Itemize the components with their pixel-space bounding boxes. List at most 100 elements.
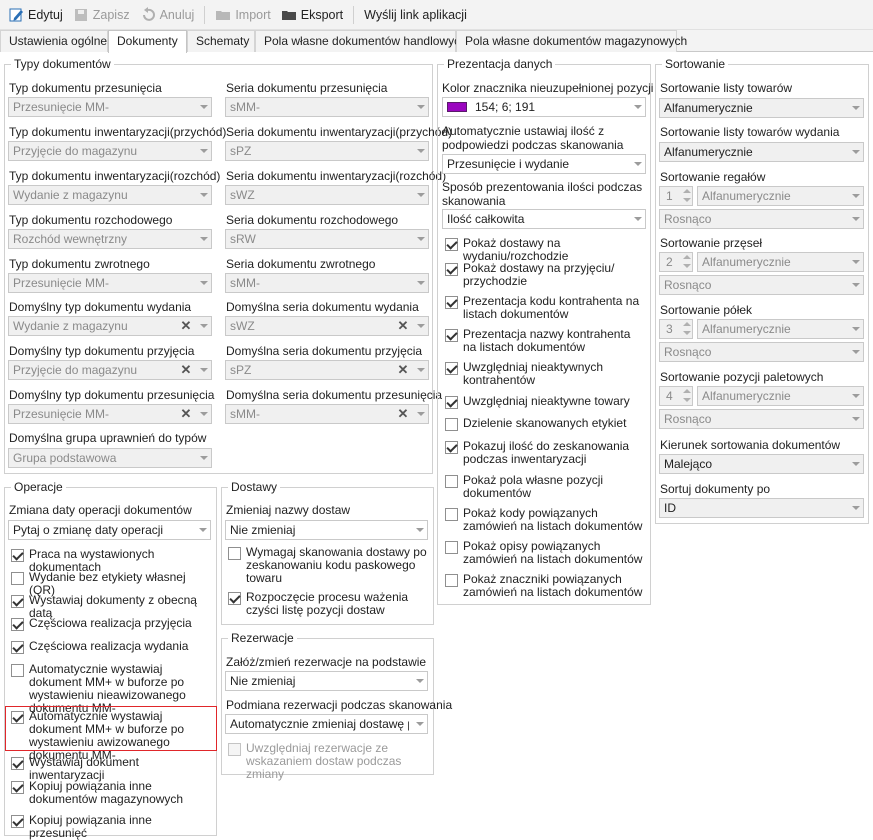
checkbox-box[interactable] bbox=[11, 549, 24, 562]
level-number-stepper[interactable]: 2 bbox=[659, 252, 693, 272]
doc-type-select[interactable]: Przesunięcie MM- bbox=[8, 97, 212, 117]
doc-type-select[interactable]: Wydanie z magazynu ✕ bbox=[8, 316, 212, 336]
export-button[interactable]: Eksport bbox=[281, 7, 343, 23]
chevron-down-icon[interactable] bbox=[629, 98, 645, 116]
tab-schemas[interactable]: Schematy bbox=[187, 30, 255, 52]
checkbox-box[interactable] bbox=[445, 362, 458, 375]
operation-checkbox[interactable]: Częściowa realizacja przyjęcia bbox=[11, 617, 211, 631]
doc-series-select[interactable]: sRW bbox=[225, 229, 429, 249]
chevron-down-icon[interactable] bbox=[195, 361, 211, 379]
cancel-button[interactable]: Anuluj bbox=[140, 6, 194, 23]
clear-x-icon[interactable]: ✕ bbox=[396, 407, 410, 421]
checkbox-box[interactable] bbox=[11, 572, 24, 585]
checkbox-box[interactable] bbox=[11, 781, 24, 794]
stepper-down-icon[interactable] bbox=[683, 198, 691, 202]
checkbox-box[interactable] bbox=[445, 296, 458, 309]
doc-series-select[interactable]: sWZ bbox=[225, 185, 429, 205]
presentation-checkbox[interactable]: Uwzględniaj nieaktywnych kontrahentów bbox=[445, 361, 647, 387]
chevron-down-icon[interactable] bbox=[195, 230, 211, 248]
sort-mode-select[interactable]: Alfanumerycznie bbox=[697, 186, 864, 206]
chevron-down-icon[interactable] bbox=[412, 361, 428, 379]
chevron-down-icon[interactable] bbox=[847, 455, 863, 473]
sort-direction-select[interactable]: Rosnąco bbox=[659, 342, 864, 362]
level-number-stepper[interactable]: 1 bbox=[659, 186, 693, 206]
checkbox-box[interactable] bbox=[445, 238, 458, 251]
delivery-name-select[interactable]: Nie zmieniaj bbox=[225, 520, 428, 540]
checkbox-box[interactable] bbox=[445, 508, 458, 521]
doc-type-select[interactable]: Przesunięcie MM- ✕ bbox=[8, 404, 212, 424]
edit-button[interactable]: Edytuj bbox=[8, 7, 63, 23]
reservation-scan-select[interactable]: Automatycznie zmieniaj dostawę po... bbox=[225, 714, 428, 734]
stepper-up-icon[interactable] bbox=[683, 322, 691, 326]
chevron-down-icon[interactable] bbox=[195, 449, 211, 467]
checkbox-box[interactable] bbox=[11, 595, 24, 608]
presentation-checkbox[interactable]: Pokazuj ilość do zeskanowania podczas in… bbox=[445, 440, 647, 466]
chevron-down-icon[interactable] bbox=[847, 187, 863, 205]
perm-group-select[interactable]: Grupa podstawowa bbox=[8, 448, 212, 468]
clear-x-icon[interactable]: ✕ bbox=[179, 319, 193, 333]
stepper-up-icon[interactable] bbox=[683, 189, 691, 193]
operation-checkbox[interactable]: Kopiuj powiązania inne przesunięć bbox=[11, 814, 211, 840]
chevron-down-icon[interactable] bbox=[412, 317, 428, 335]
chevron-down-icon[interactable] bbox=[847, 210, 863, 228]
reservation-delivery-checkbox[interactable]: Uwzględniaj rezerwacje ze wskazaniem dos… bbox=[228, 742, 428, 781]
auto-qty-select[interactable]: Przesunięcie i wydanie bbox=[442, 154, 646, 174]
presentation-checkbox[interactable]: Uwzględniaj nieaktywne towary bbox=[445, 395, 647, 409]
presentation-checkbox[interactable]: Pokaż kody powiązanych zamówień na lista… bbox=[445, 507, 647, 533]
chevron-down-icon[interactable] bbox=[847, 253, 863, 271]
doc-type-select[interactable]: Przesunięcie MM- bbox=[8, 273, 212, 293]
clear-x-icon[interactable]: ✕ bbox=[179, 407, 193, 421]
delivery-checkbox[interactable]: Wymagaj skanowania dostawy po zeskanowan… bbox=[228, 546, 428, 585]
doc-direction-select[interactable]: Malejąco bbox=[659, 454, 864, 474]
doc-series-select[interactable]: sWZ ✕ bbox=[225, 316, 429, 336]
presentation-checkbox[interactable]: Pokaż opisy powiązanych zamówień na list… bbox=[445, 540, 647, 566]
chevron-down-icon[interactable] bbox=[411, 715, 427, 733]
operation-checkbox[interactable]: Częściowa realizacja wydania bbox=[11, 640, 211, 654]
presentation-checkbox[interactable]: Pokaż dostawy na przyjęciu/ przychodzie bbox=[445, 262, 647, 288]
doc-type-select[interactable]: Rozchód wewnętrzny bbox=[8, 229, 212, 249]
checkbox-box[interactable] bbox=[11, 757, 24, 770]
checkbox-box[interactable] bbox=[11, 618, 24, 631]
presentation-checkbox[interactable]: Pokaż dostawy na wydaniu/rozchodzie bbox=[445, 237, 647, 263]
tab-documents[interactable]: Dokumenty bbox=[108, 30, 187, 53]
chevron-down-icon[interactable] bbox=[194, 521, 210, 539]
stepper-down-icon[interactable] bbox=[683, 264, 691, 268]
chevron-down-icon[interactable] bbox=[411, 672, 427, 690]
chevron-down-icon[interactable] bbox=[411, 521, 427, 539]
products-issue-sort-select[interactable]: Alfanumerycznie bbox=[659, 142, 864, 162]
checkbox-box[interactable] bbox=[445, 441, 458, 454]
checkbox-box[interactable] bbox=[445, 263, 458, 276]
chevron-down-icon[interactable] bbox=[629, 155, 645, 173]
checkbox-box[interactable] bbox=[445, 396, 458, 409]
checkbox-box[interactable] bbox=[445, 574, 458, 587]
chevron-down-icon[interactable] bbox=[847, 343, 863, 361]
chevron-down-icon[interactable] bbox=[847, 410, 863, 428]
chevron-down-icon[interactable] bbox=[195, 142, 211, 160]
checkbox-box[interactable] bbox=[228, 547, 241, 560]
chevron-down-icon[interactable] bbox=[195, 186, 211, 204]
marker-color-select[interactable]: 154; 6; 191 bbox=[442, 97, 646, 117]
sort-direction-select[interactable]: Rosnąco bbox=[659, 275, 864, 295]
doc-type-select[interactable]: Przyjęcie do magazynu ✕ bbox=[8, 360, 212, 380]
chevron-down-icon[interactable] bbox=[629, 210, 645, 228]
level-number-stepper[interactable]: 3 bbox=[659, 319, 693, 339]
checkbox-box[interactable] bbox=[445, 329, 458, 342]
doc-series-select[interactable]: sMM- bbox=[225, 97, 429, 117]
chevron-down-icon[interactable] bbox=[412, 98, 428, 116]
chevron-down-icon[interactable] bbox=[412, 186, 428, 204]
send-link-button[interactable]: Wyślij link aplikacji bbox=[364, 8, 467, 22]
presentation-checkbox[interactable]: Prezentacja kodu kontrahenta na listach … bbox=[445, 295, 647, 321]
chevron-down-icon[interactable] bbox=[195, 98, 211, 116]
checkbox-box[interactable] bbox=[445, 541, 458, 554]
checkbox-box[interactable] bbox=[11, 815, 24, 828]
chevron-down-icon[interactable] bbox=[195, 317, 211, 335]
checkbox-box[interactable] bbox=[445, 475, 458, 488]
chevron-down-icon[interactable] bbox=[847, 276, 863, 294]
doc-series-select[interactable]: sPZ bbox=[225, 141, 429, 161]
chevron-down-icon[interactable] bbox=[412, 274, 428, 292]
delivery-checkbox[interactable]: Rozpoczęcie procesu ważenia czyści listę… bbox=[228, 591, 428, 617]
presentation-checkbox[interactable]: Dzielenie skanowanych etykiet bbox=[445, 417, 647, 431]
qty-mode-select[interactable]: Ilość całkowita bbox=[442, 209, 646, 229]
doc-type-select[interactable]: Wydanie z magazynu bbox=[8, 185, 212, 205]
chevron-down-icon[interactable] bbox=[847, 320, 863, 338]
